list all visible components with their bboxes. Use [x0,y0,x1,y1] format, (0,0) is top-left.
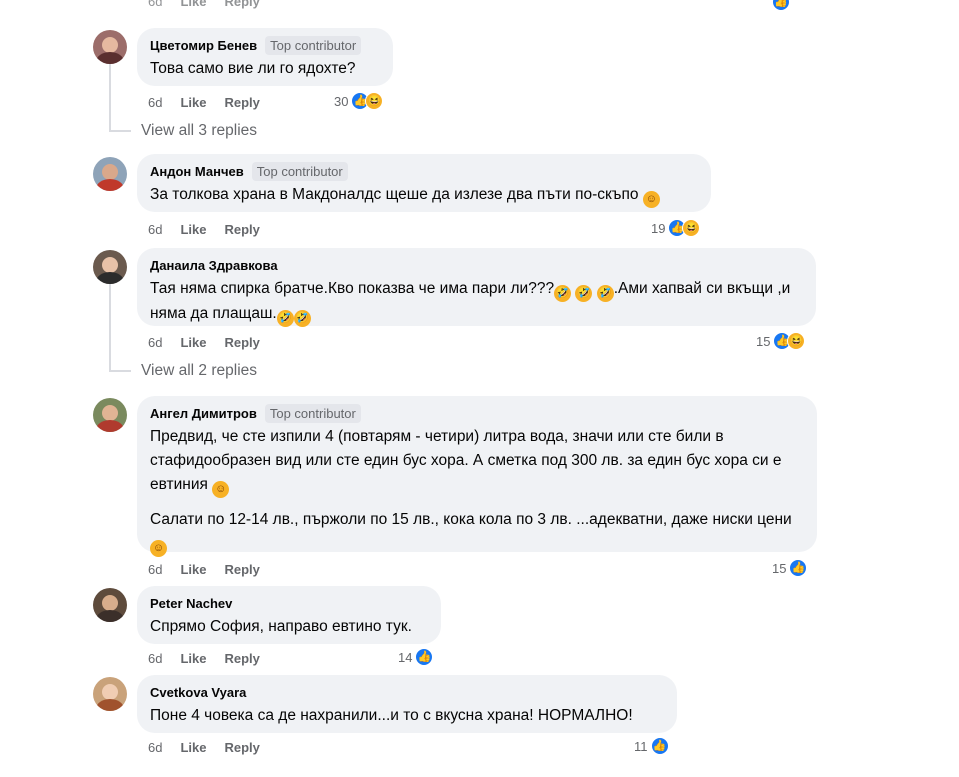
avatar[interactable] [93,398,127,432]
comment-text: Спрямо София, направо евтино тук. [150,618,412,635]
comment-text: За толкова храна в Макдоналдс щеше да из… [150,183,698,208]
comment-text-line: Предвид, че сте изпили 4 (повтарям - чет… [150,428,782,493]
thread-line [109,58,111,131]
comment-text-line: Салати по 12-14 лв., пържоли по 15 лв., … [150,511,792,528]
comment-time[interactable]: 6d [148,95,162,110]
avatar[interactable] [93,157,127,191]
like-button[interactable]: Like [180,222,206,237]
comment-actions: 6d Like Reply [148,333,278,351]
like-button[interactable]: Like [180,95,206,110]
rofl-emoji-icon: 🤣 [554,285,572,302]
avatar[interactable] [93,677,127,711]
comment-author[interactable]: Peter Nachev [150,596,232,611]
comment-time[interactable]: 6d [148,562,162,577]
comment-time[interactable]: 6d [148,222,162,237]
reaction-count: 15 [772,560,787,576]
reaction-count: 19 [651,220,666,236]
smile-emoji-icon: ☺ [212,481,230,498]
reply-button[interactable]: Reply [224,335,259,350]
comment-actions: 6d Like Reply [148,93,278,111]
comment-actions: 6d Like Reply [148,220,278,238]
smile-emoji-icon: ☺ [150,540,167,557]
like-icon: 👍 [415,648,434,666]
reaction-count: 11 [634,738,648,754]
haha-icon: 😆 [787,332,806,350]
rofl-emoji-icon: 🤣 [575,285,593,302]
reaction-summary[interactable]: 14 👍 [398,647,434,667]
top-contributor-badge: Top contributor [265,35,362,55]
comment-text: Тая няма спирка братче.Кво показва че им… [150,277,803,327]
reaction-count: 15 [756,333,771,349]
like-button[interactable]: Like [180,740,206,755]
comment-author[interactable]: Ангел Димитров [150,406,257,421]
reaction-summary[interactable]: 30 👍 😆 [334,91,384,111]
reaction-count: 14 [398,649,413,665]
reaction-summary[interactable]: 11 👍 [634,736,669,756]
comment-bubble: Данаила Здравкова Тая няма спирка братче… [137,248,816,327]
comment-actions: 6d Like Reply [148,560,278,578]
comment-author[interactable]: Цветомир Бенев [150,38,257,53]
thread-hook [109,370,131,372]
comment-time: 6d [148,0,163,9]
comment-bubble: Андон Манчев Top contributor За толкова … [137,154,711,212]
reply-button[interactable]: Reply [224,0,259,9]
comment-bubble: Peter Nachev Спрямо София, направо евтин… [137,586,441,644]
reply-button[interactable]: Reply [224,740,259,755]
haha-icon: 😆 [682,219,701,237]
comment-author[interactable]: Cvetkova Vyara [150,685,246,700]
reaction-summary[interactable]: 15 👍 😆 [756,331,806,351]
comment-text-line: За толкова храна в Макдоналдс щеше да из… [150,186,639,203]
partial-comment-actions: 6d Like Reply [148,0,278,10]
thread-line [109,280,111,371]
comment-text: Салати по 12-14 лв., пържоли по 15 лв., … [150,508,804,557]
comment-text: Това само вие ли го ядохте? [150,60,356,77]
comment-author[interactable]: Андон Манчев [150,164,244,179]
comment-time[interactable]: 6d [148,335,162,350]
top-contributor-badge: Top contributor [264,403,361,423]
comment-time[interactable]: 6d [148,740,162,755]
reaction-summary[interactable]: 15 👍 [772,558,808,578]
comment-text: Предвид, че сте изпили 4 (повтарям - чет… [150,425,804,498]
comment-text-line: Тая няма спирка братче.Кво показва че им… [150,280,555,297]
reaction-summary[interactable]: 19 👍 😆 [651,218,701,238]
comment-actions: 6d Like Reply [148,738,278,756]
like-icon: 👍 [789,559,808,577]
reply-button[interactable]: Reply [224,222,259,237]
comment-bubble: Cvetkova Vyara Поне 4 човека са де нахра… [137,675,677,733]
rofl-emoji-icon: 🤣 [293,310,311,327]
partial-reactions: 👍 [772,0,790,12]
haha-icon: 😆 [365,92,384,110]
reply-button[interactable]: Reply [224,562,259,577]
rofl-emoji-icon: 🤣 [596,285,614,302]
avatar[interactable] [93,30,127,64]
top-contributor-badge: Top contributor [251,161,348,181]
like-button[interactable]: Like [180,0,206,9]
comment-bubble: Ангел Димитров Top contributor Предвид, … [137,396,817,557]
thread-hook [109,130,131,132]
reaction-count: 30 [334,93,349,109]
like-icon: 👍 [650,737,669,755]
smile-emoji-icon: ☺ [642,191,660,208]
like-button[interactable]: Like [180,335,206,350]
rofl-emoji-icon: 🤣 [276,310,294,327]
reply-button[interactable]: Reply [224,651,259,666]
comment-text: Поне 4 човека са де нахранили...и то с в… [150,707,633,724]
comment-actions: 6d Like Reply [148,649,278,667]
view-replies-link[interactable]: View all 2 replies [141,362,257,380]
avatar[interactable] [93,250,127,284]
like-button[interactable]: Like [180,651,206,666]
comment-author[interactable]: Данаила Здравкова [150,258,278,273]
view-replies-link[interactable]: View all 3 replies [141,122,257,140]
comment-time[interactable]: 6d [148,651,162,666]
like-icon: 👍 [772,0,790,11]
reply-button[interactable]: Reply [224,95,259,110]
like-button[interactable]: Like [180,562,206,577]
comment-bubble: Цветомир Бенев Top contributor Това само… [137,28,393,86]
avatar[interactable] [93,588,127,622]
